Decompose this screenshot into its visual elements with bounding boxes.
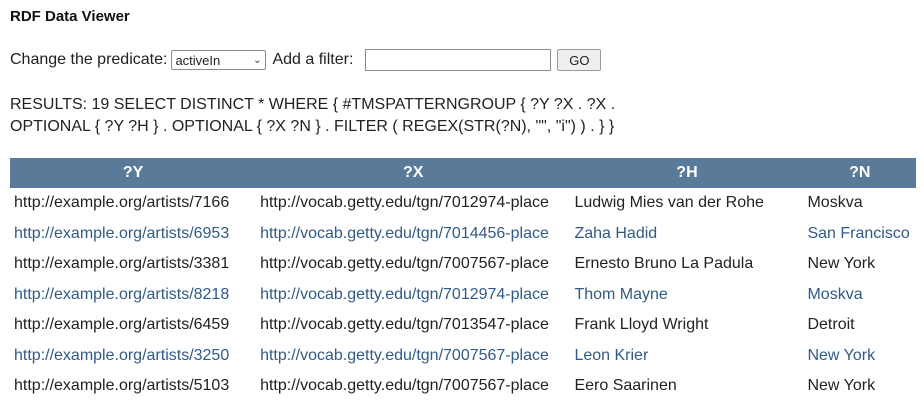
cell-y: http://example.org/artists/7166 xyxy=(10,188,257,219)
table-row: http://example.org/artists/8218 http://v… xyxy=(10,279,916,310)
cell-h: Eero Saarinen xyxy=(570,371,804,402)
column-header-h[interactable]: ?H xyxy=(570,158,804,188)
column-header-n[interactable]: ?N xyxy=(803,158,916,188)
results-query-text: RESULTS: 19 SELECT DISTINCT * WHERE { #T… xyxy=(10,94,910,138)
cell-h: Ludwig Mies van der Rohe xyxy=(570,188,804,219)
table-row: http://example.org/artists/6459 http://v… xyxy=(10,310,916,341)
cell-h: Ernesto Bruno La Padula xyxy=(570,249,804,280)
cell-x: http://vocab.getty.edu/tgn/7014456-place xyxy=(256,218,571,249)
table-header-row: ?Y ?X ?H ?N xyxy=(10,158,916,188)
results-line-1: RESULTS: 19 SELECT DISTINCT * WHERE { #T… xyxy=(10,96,616,113)
results-table: ?Y ?X ?H ?N http://example.org/artists/7… xyxy=(10,158,916,402)
cell-h: Frank Lloyd Wright xyxy=(570,310,804,341)
cell-x: http://vocab.getty.edu/tgn/7007567-place xyxy=(256,371,571,402)
results-line-2: OPTIONAL { ?Y ?H } . OPTIONAL { ?X ?N } … xyxy=(10,118,615,135)
cell-h: Zaha Hadid xyxy=(570,218,804,249)
cell-y: http://example.org/artists/5103 xyxy=(10,371,257,402)
query-controls: Change the predicate: activeIn ⌄ Add a f… xyxy=(10,49,602,71)
cell-n: San Francisco xyxy=(803,218,916,249)
table-row: http://example.org/artists/7166 http://v… xyxy=(10,188,916,219)
cell-h: Leon Krier xyxy=(570,340,804,371)
page-title: RDF Data Viewer xyxy=(10,8,130,25)
chevron-down-icon: ⌄ xyxy=(253,54,262,66)
cell-n: Moskva xyxy=(803,279,916,310)
cell-n: New York xyxy=(803,249,916,280)
filter-label: Add a filter: xyxy=(272,51,354,68)
cell-n: Moskva xyxy=(803,188,916,219)
cell-x: http://vocab.getty.edu/tgn/7007567-place xyxy=(256,340,571,371)
cell-y: http://example.org/artists/8218 xyxy=(10,279,257,310)
cell-y: http://example.org/artists/3381 xyxy=(10,249,257,280)
cell-x: http://vocab.getty.edu/tgn/7012974-place xyxy=(256,188,571,219)
table-row: http://example.org/artists/3250 http://v… xyxy=(10,340,916,371)
cell-x: http://vocab.getty.edu/tgn/7007567-place xyxy=(256,249,571,280)
cell-y: http://example.org/artists/6953 xyxy=(10,218,257,249)
predicate-label: Change the predicate: xyxy=(10,51,168,68)
column-header-x[interactable]: ?X xyxy=(256,158,571,188)
go-button[interactable]: GO xyxy=(557,49,602,71)
cell-x: http://vocab.getty.edu/tgn/7013547-place xyxy=(256,310,571,341)
cell-n: New York xyxy=(803,371,916,402)
predicate-selected-value: activeIn xyxy=(175,52,221,68)
cell-y: http://example.org/artists/6459 xyxy=(10,310,257,341)
filter-input[interactable] xyxy=(365,49,552,71)
cell-n: New York xyxy=(803,340,916,371)
column-header-y[interactable]: ?Y xyxy=(10,158,257,188)
cell-x: http://vocab.getty.edu/tgn/7012974-place xyxy=(256,279,571,310)
cell-h: Thom Mayne xyxy=(570,279,804,310)
table-row: http://example.org/artists/3381 http://v… xyxy=(10,249,916,280)
predicate-select[interactable]: activeIn ⌄ xyxy=(171,50,267,70)
table-row: http://example.org/artists/5103 http://v… xyxy=(10,371,916,402)
cell-n: Detroit xyxy=(803,310,916,341)
table-row: http://example.org/artists/6953 http://v… xyxy=(10,218,916,249)
cell-y: http://example.org/artists/3250 xyxy=(10,340,257,371)
